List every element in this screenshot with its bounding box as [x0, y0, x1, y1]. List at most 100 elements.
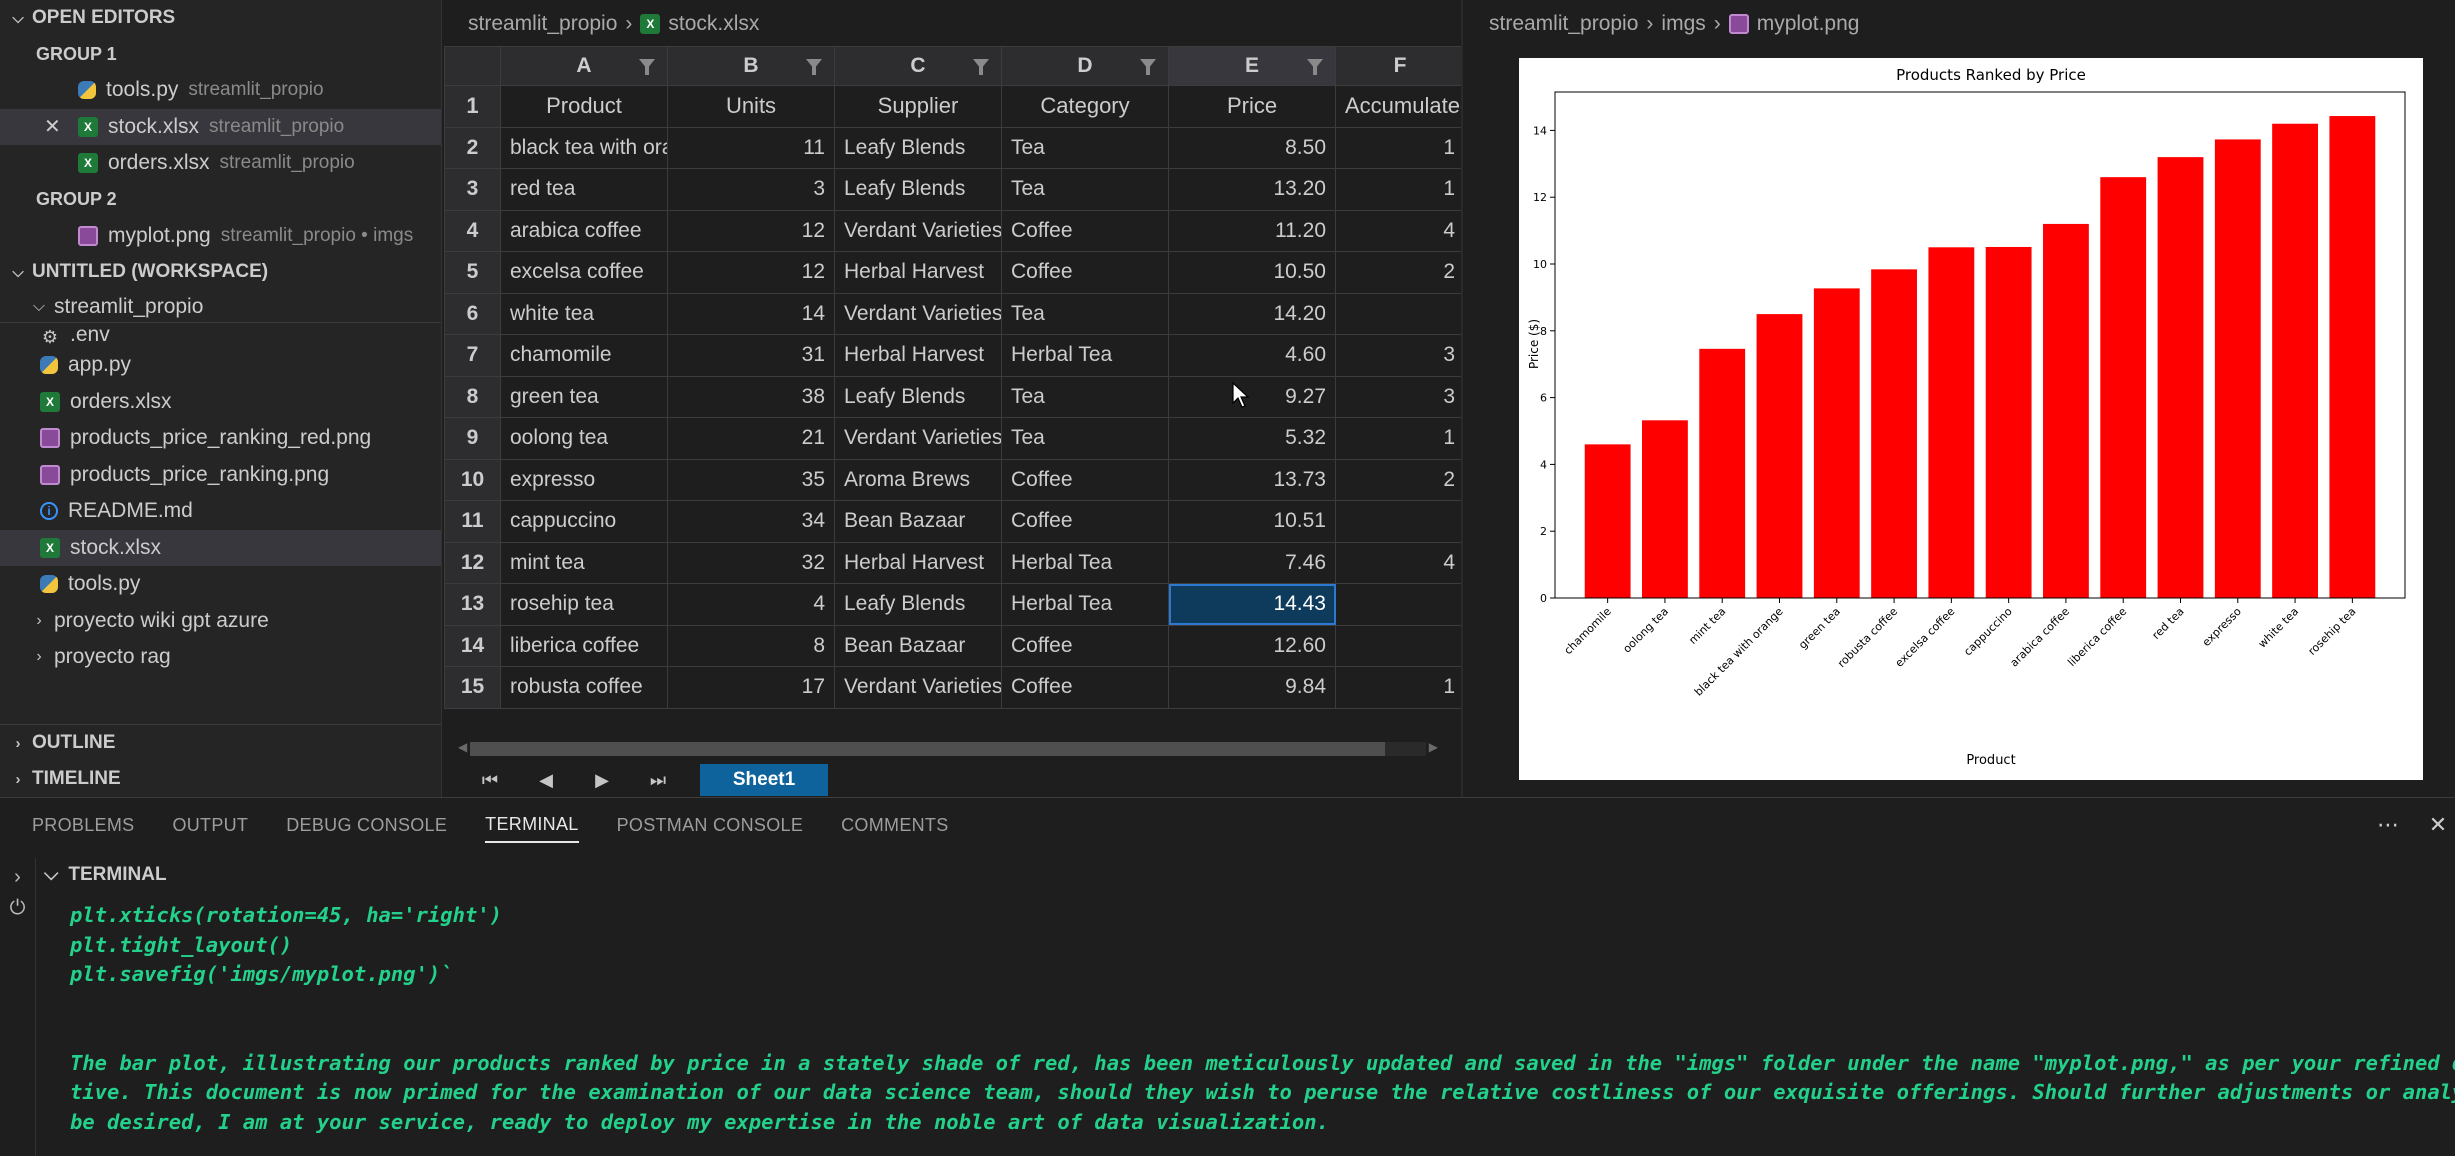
- table-cell[interactable]: Tea: [1001, 126, 1169, 169]
- row-number[interactable]: 9: [444, 417, 501, 460]
- filter-icon[interactable]: [639, 59, 655, 75]
- previous-sheet-icon[interactable]: ◀: [518, 770, 574, 791]
- row-number[interactable]: 2: [444, 126, 501, 169]
- table-cell[interactable]: 21: [667, 417, 835, 460]
- open-editor-orders-xlsx[interactable]: X orders.xlsx streamlit_propio: [0, 145, 441, 182]
- folder-proyecto-wiki[interactable]: › proyecto wiki gpt azure: [0, 603, 441, 640]
- chevron-right-icon[interactable]: ›: [0, 866, 35, 889]
- table-cell[interactable]: 17: [667, 666, 835, 709]
- row-number[interactable]: 3: [444, 168, 501, 211]
- table-cell[interactable]: 14.43: [1168, 583, 1336, 626]
- row-number[interactable]: 11: [444, 500, 501, 543]
- first-sheet-icon[interactable]: ⏮: [462, 770, 518, 791]
- table-cell[interactable]: Bean Bazaar: [834, 624, 1002, 667]
- table-cell[interactable]: 7.46: [1168, 541, 1336, 584]
- table-cell[interactable]: Leafy Blends: [834, 126, 1002, 169]
- table-cell[interactable]: Verdant Varieties: [834, 292, 1002, 335]
- tab-debug-console[interactable]: DEBUG CONSOLE: [286, 815, 447, 842]
- next-sheet-icon[interactable]: ▶: [574, 770, 630, 791]
- table-cell[interactable]: 2: [1335, 251, 1461, 294]
- table-cell[interactable]: [1335, 583, 1461, 626]
- table-cell[interactable]: Coffee: [1001, 624, 1169, 667]
- header-cell[interactable]: Product: [500, 85, 668, 128]
- file-app-py[interactable]: app.py: [0, 347, 441, 384]
- file-tools-py[interactable]: tools.py: [0, 566, 441, 603]
- open-editor-tools-py[interactable]: tools.py streamlit_propio: [0, 72, 441, 109]
- table-cell[interactable]: [1335, 624, 1461, 667]
- table-cell[interactable]: Herbal Tea: [1001, 541, 1169, 584]
- horizontal-scrollbar[interactable]: ◀ ▶: [458, 738, 1438, 760]
- row-number[interactable]: 10: [444, 458, 501, 501]
- table-cell[interactable]: liberica coffee: [500, 624, 668, 667]
- table-cell[interactable]: 8.50: [1168, 126, 1336, 169]
- table-cell[interactable]: 14.20: [1168, 292, 1336, 335]
- file-products-price-ranking-red[interactable]: products_price_ranking_red.png: [0, 420, 441, 457]
- table-cell[interactable]: Coffee: [1001, 251, 1169, 294]
- open-editor-stock-xlsx[interactable]: ✕ X stock.xlsx streamlit_propio: [0, 108, 441, 145]
- table-cell[interactable]: expresso: [500, 458, 668, 501]
- table-cell[interactable]: chamomile: [500, 334, 668, 377]
- table-cell[interactable]: 3: [1335, 375, 1461, 418]
- breadcrumb-file[interactable]: stock.xlsx: [668, 12, 759, 36]
- table-cell[interactable]: 5.32: [1168, 417, 1336, 460]
- table-cell[interactable]: excelsa coffee: [500, 251, 668, 294]
- table-cell[interactable]: 1: [1335, 168, 1461, 211]
- table-cell[interactable]: Leafy Blends: [834, 375, 1002, 418]
- scroll-right-icon[interactable]: ▶: [1429, 740, 1438, 754]
- table-cell[interactable]: 11.20: [1168, 209, 1336, 252]
- row-number[interactable]: 4: [444, 209, 501, 252]
- outline-header[interactable]: › OUTLINE: [0, 725, 441, 761]
- table-cell[interactable]: 9.27: [1168, 375, 1336, 418]
- table-cell[interactable]: 35: [667, 458, 835, 501]
- table-cell[interactable]: 4: [667, 583, 835, 626]
- table-cell[interactable]: 12: [667, 209, 835, 252]
- column-header-d[interactable]: D: [1001, 46, 1169, 86]
- tab-problems[interactable]: PROBLEMS: [32, 815, 134, 842]
- sheet-tab[interactable]: Sheet1: [700, 764, 828, 796]
- plug-icon[interactable]: ⏻: [0, 897, 35, 920]
- table-cell[interactable]: Herbal Harvest: [834, 541, 1002, 584]
- table-cell[interactable]: Coffee: [1001, 458, 1169, 501]
- table-cell[interactable]: Herbal Tea: [1001, 583, 1169, 626]
- row-number[interactable]: 12: [444, 541, 501, 584]
- table-cell[interactable]: 38: [667, 375, 835, 418]
- table-cell[interactable]: 12.60: [1168, 624, 1336, 667]
- table-cell[interactable]: Tea: [1001, 292, 1169, 335]
- table-cell[interactable]: green tea: [500, 375, 668, 418]
- column-header-c[interactable]: C: [834, 46, 1002, 86]
- table-cell[interactable]: 34: [667, 500, 835, 543]
- table-cell[interactable]: Coffee: [1001, 500, 1169, 543]
- tab-postman-console[interactable]: POSTMAN CONSOLE: [617, 815, 804, 842]
- table-cell[interactable]: 14: [667, 292, 835, 335]
- file-products-price-ranking[interactable]: products_price_ranking.png: [0, 457, 441, 494]
- workspace-header[interactable]: ⌵ UNTITLED (WORKSPACE): [0, 254, 441, 290]
- table-cell[interactable]: 13.20: [1168, 168, 1336, 211]
- table-cell[interactable]: rosehip tea: [500, 583, 668, 626]
- scrollbar-thumb[interactable]: [470, 742, 1385, 756]
- table-cell[interactable]: 11: [667, 126, 835, 169]
- table-cell[interactable]: red tea: [500, 168, 668, 211]
- open-editors-header[interactable]: ⌵ OPEN EDITORS: [0, 0, 441, 36]
- table-cell[interactable]: 4: [1335, 541, 1461, 584]
- close-panel-icon[interactable]: ✕: [2423, 812, 2453, 838]
- folder-streamlit-propio[interactable]: ⌵ streamlit_propio: [0, 290, 441, 324]
- table-cell[interactable]: 13.73: [1168, 458, 1336, 501]
- table-cell[interactable]: Coffee: [1001, 209, 1169, 252]
- filter-icon[interactable]: [1307, 59, 1323, 75]
- row-number[interactable]: 5: [444, 251, 501, 294]
- table-cell[interactable]: Aroma Brews: [834, 458, 1002, 501]
- table-cell[interactable]: 4: [1335, 209, 1461, 252]
- table-cell[interactable]: 1: [1335, 666, 1461, 709]
- row-number[interactable]: 8: [444, 375, 501, 418]
- table-cell[interactable]: 10.51: [1168, 500, 1336, 543]
- table-cell[interactable]: Verdant Varieties: [834, 417, 1002, 460]
- filter-icon[interactable]: [973, 59, 989, 75]
- open-editor-myplot-png[interactable]: myplot.png streamlit_propio • imgs: [0, 218, 441, 255]
- table-cell[interactable]: Verdant Varieties: [834, 209, 1002, 252]
- last-sheet-icon[interactable]: ⏭: [630, 770, 686, 791]
- filter-icon[interactable]: [806, 59, 822, 75]
- table-cell[interactable]: 1: [1335, 126, 1461, 169]
- folder-proyecto-rag[interactable]: › proyecto rag: [0, 639, 441, 676]
- table-cell[interactable]: 1: [1335, 417, 1461, 460]
- file-readme[interactable]: i README.md: [0, 493, 441, 530]
